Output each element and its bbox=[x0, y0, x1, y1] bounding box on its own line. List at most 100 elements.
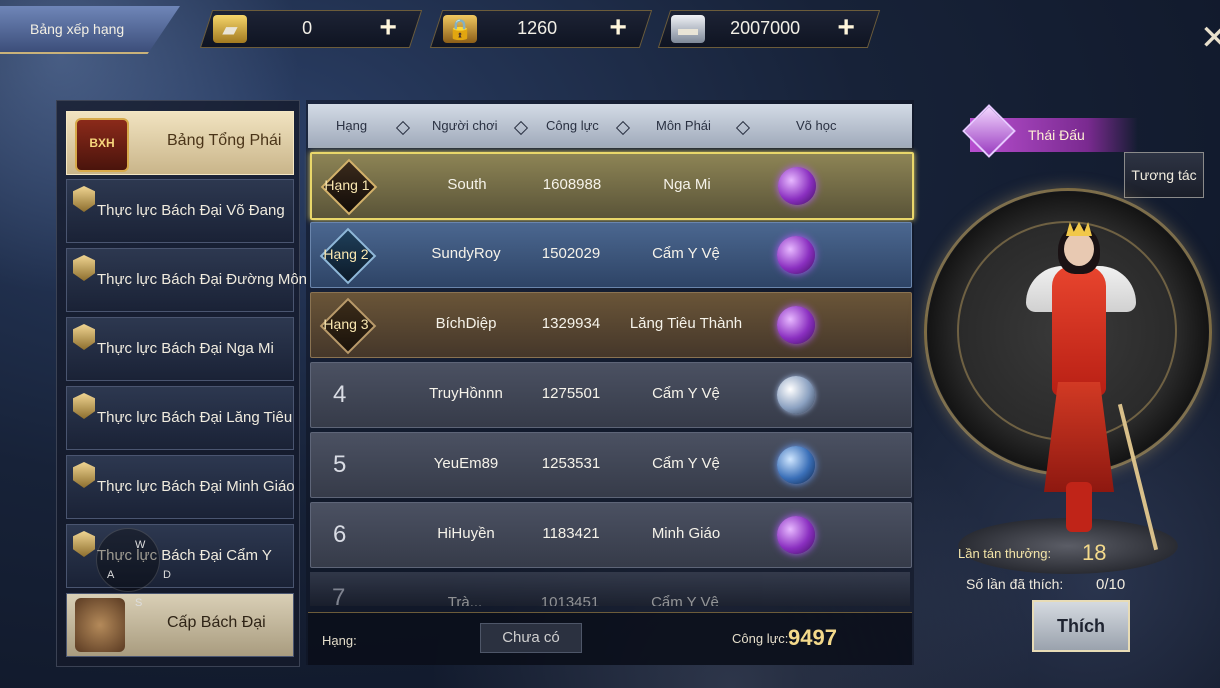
bxh-icon: BXH bbox=[75, 118, 129, 172]
locked-gold-icon: 🔒 bbox=[443, 15, 477, 43]
player-faction: Cẩm Y Vệ bbox=[652, 245, 720, 262]
skill-orb-icon[interactable] bbox=[777, 516, 815, 554]
currency-locked-gold-value: 1260 bbox=[517, 18, 558, 38]
add-locked-gold-button[interactable]: + bbox=[610, 11, 628, 44]
player-name: BíchDiệp bbox=[435, 315, 497, 332]
col-header-faction[interactable]: Môn Phái bbox=[656, 118, 711, 133]
warrior-portrait-icon bbox=[75, 598, 125, 652]
currency-gold: ▰ 0 + bbox=[199, 10, 423, 48]
character-model[interactable] bbox=[1018, 222, 1159, 551]
my-power-label: Công lực: bbox=[732, 631, 789, 646]
sidebar-item-label: Thực lực Bách Đại Lăng Tiêu bbox=[97, 409, 293, 426]
table-row[interactable]: 4 TruyHồnnn 1275501 Cẩm Y Vệ bbox=[310, 362, 912, 428]
virtual-joystick[interactable]: W A D S bbox=[96, 528, 171, 609]
top-bar: Bảng xếp hạng ▰ 0 + 🔒 1260 + ▬ 2007000 +… bbox=[0, 0, 1220, 57]
rank-badge-silver: Hạng 2 bbox=[319, 227, 377, 285]
skill-orb-icon[interactable] bbox=[777, 376, 815, 414]
like-count-value: 0/10 bbox=[1096, 576, 1126, 593]
faction-crest-icon bbox=[73, 324, 95, 350]
rank-number: 4 bbox=[333, 381, 347, 408]
currency-silver-value: 2007000 bbox=[730, 18, 801, 38]
skill-orb-icon[interactable] bbox=[777, 306, 815, 344]
like-button[interactable]: Thích bbox=[1032, 600, 1130, 652]
skill-orb-icon[interactable] bbox=[777, 446, 815, 484]
skill-orb-icon[interactable] bbox=[777, 236, 815, 274]
reward-count-label: Lần tán thưởng: bbox=[958, 546, 1052, 561]
sidebar-item-label: Thực lực Bách Đại Minh Giáo bbox=[97, 478, 295, 495]
table-header: Hạng Người chơi Công lực Môn Phái Võ học bbox=[308, 104, 912, 148]
player-faction: Cẩm Y Vệ bbox=[652, 385, 720, 402]
skill-orb-icon[interactable] bbox=[778, 167, 816, 205]
table-row[interactable]: 5 YeuEm89 1253531 Cẩm Y Vệ bbox=[310, 432, 912, 498]
player-faction: Cẩm Y Vệ bbox=[652, 455, 720, 472]
ranking-table: Hạng Người chơi Công lực Môn Phái Võ học… bbox=[306, 100, 914, 665]
page-title: Bảng xếp hạng bbox=[30, 21, 125, 37]
joystick-key-d: D bbox=[163, 569, 171, 581]
table-row-partial[interactable]: 7 Trà... 1013451 Cẩm Y Vệ bbox=[310, 572, 910, 606]
rank-badge-gold: Hạng 1 bbox=[320, 158, 378, 216]
sidebar-item-nga-mi[interactable]: Thực lực Bách Đại Nga Mi bbox=[66, 317, 294, 381]
table-row[interactable]: Hạng 2 SundyRoy 1502029 Cẩm Y Vệ bbox=[310, 222, 912, 288]
col-header-rank[interactable]: Hạng bbox=[336, 118, 367, 133]
player-name: SundyRoy bbox=[431, 245, 501, 262]
col-header-power[interactable]: Công lực bbox=[546, 118, 599, 133]
faction-crest-icon bbox=[73, 255, 95, 281]
sort-diamond-icon bbox=[735, 120, 751, 136]
rank-number: 5 bbox=[333, 451, 347, 478]
player-power: 1608988 bbox=[542, 176, 602, 193]
my-rank-value: Chưa có bbox=[480, 623, 582, 653]
crown-icon bbox=[1066, 222, 1092, 236]
interact-button[interactable]: Tương tác bbox=[1124, 152, 1204, 198]
player-name: HiHuyền bbox=[437, 525, 495, 542]
faction-crest-icon bbox=[73, 393, 95, 419]
col-header-skill[interactable]: Võ học bbox=[796, 118, 836, 133]
joystick-key-s: S bbox=[135, 597, 143, 609]
table-row[interactable]: 6 HiHuyền 1183421 Minh Giáo bbox=[310, 502, 912, 568]
sidebar: BXH Bảng Tổng Phái Thực lực Bách Đại Võ … bbox=[56, 100, 307, 667]
player-name: South bbox=[447, 176, 487, 193]
joystick-key-a: A bbox=[107, 569, 115, 581]
sidebar-item-cap-bach-dai[interactable]: Cấp Bách Đại bbox=[66, 593, 294, 657]
title-badge-label: Thái Đấu bbox=[1028, 127, 1085, 143]
sort-diamond-icon bbox=[395, 120, 411, 136]
player-faction: Cẩm Y Vệ bbox=[651, 594, 719, 606]
rank-badge-bronze: Hạng 3 bbox=[319, 297, 377, 355]
joystick-key-w: W bbox=[135, 539, 146, 551]
player-power: 1013451 bbox=[540, 594, 600, 606]
sidebar-item-vo-dang[interactable]: Thực lực Bách Đại Võ Đang bbox=[66, 179, 294, 243]
player-name: Trà... bbox=[447, 594, 483, 606]
player-faction: Nga Mi bbox=[663, 176, 711, 193]
table-row[interactable]: Hạng 3 BíchDiệp 1329934 Lăng Tiêu Thành bbox=[310, 292, 912, 358]
gold-ingot-icon: ▰ bbox=[213, 15, 247, 43]
table-row[interactable]: Hạng 1 South 1608988 Nga Mi bbox=[310, 152, 914, 220]
my-rank-footer: Hạng: Chưa có Công lực: 9497 bbox=[308, 612, 912, 665]
rank-number: 6 bbox=[333, 521, 347, 548]
sidebar-item-label: Bảng Tổng Phái bbox=[167, 132, 282, 149]
currency-gold-value: 0 bbox=[302, 18, 313, 38]
player-power: 1183421 bbox=[542, 525, 600, 542]
sidebar-item-label: Thực lực Bách Đại Nga Mi bbox=[97, 340, 274, 357]
currency-silver: ▬ 2007000 + bbox=[657, 10, 881, 48]
sort-diamond-icon bbox=[513, 120, 529, 136]
sidebar-item-label: Thực lực Bách Đại Võ Đang bbox=[97, 202, 285, 219]
my-power-value: 9497 bbox=[788, 625, 837, 650]
player-power: 1275501 bbox=[541, 385, 601, 402]
sidebar-item-tong-phai[interactable]: BXH Bảng Tổng Phái bbox=[66, 111, 294, 175]
player-faction: Minh Giáo bbox=[651, 525, 721, 542]
close-icon[interactable]: ✕ bbox=[1200, 18, 1220, 66]
player-power: 1329934 bbox=[541, 315, 601, 332]
player-name: TruyHồnnn bbox=[429, 385, 503, 402]
add-silver-button[interactable]: + bbox=[838, 11, 856, 44]
currency-locked-gold: 🔒 1260 + bbox=[429, 10, 653, 48]
page-title-tab: Bảng xếp hạng bbox=[0, 6, 180, 54]
like-count-label: Số lần đã thích: bbox=[966, 576, 1064, 592]
player-power: 1253531 bbox=[541, 455, 601, 472]
faction-crest-icon bbox=[73, 462, 95, 488]
sort-diamond-icon bbox=[615, 120, 631, 136]
col-header-player[interactable]: Người chơi bbox=[432, 118, 498, 133]
sidebar-item-duong-mon[interactable]: Thực lực Bách Đại Đường Môn bbox=[66, 248, 307, 312]
sidebar-item-label: Thực lực Bách Đại Đường Môn bbox=[97, 271, 308, 288]
add-gold-button[interactable]: + bbox=[380, 11, 398, 44]
sidebar-item-lang-tieu[interactable]: Thực lực Bách Đại Lăng Tiêu bbox=[66, 386, 294, 450]
sidebar-item-minh-giao[interactable]: Thực lực Bách Đại Minh Giáo bbox=[66, 455, 295, 519]
